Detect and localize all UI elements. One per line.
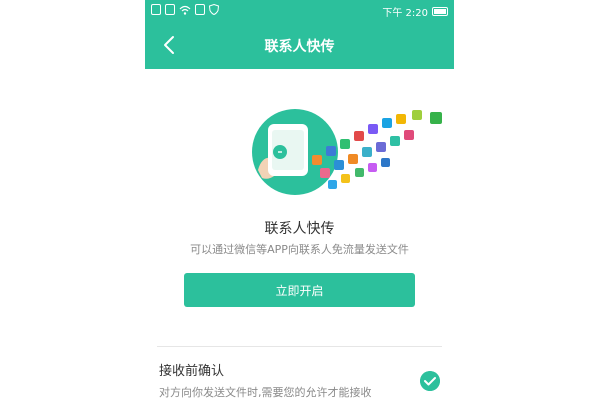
status-bar: 下午 2:20 [145, 0, 454, 22]
shield-icon [209, 4, 219, 15]
nav-bar: 联系人快传 [145, 22, 454, 69]
receive-confirm-label: 接收前确认 [159, 364, 225, 379]
status-time: 下午 2:20 [382, 8, 428, 19]
app-icons-stream [312, 110, 442, 189]
status-icons [151, 4, 219, 15]
wifi-icon [179, 5, 191, 15]
battery-icon [432, 7, 448, 16]
phone-screen: 下午 2:20 联系人快传 联系人快传 可以通过微信等APP向联系人免流量发送文… [145, 0, 454, 400]
receive-confirm-description: 对方向你发送文件时,需要您的允许才能接收 [159, 386, 372, 399]
enable-now-button[interactable]: 立即开启 [184, 273, 415, 307]
image-icon [195, 4, 205, 15]
feature-title: 联系人快传 [264, 221, 335, 237]
notification-icon [165, 4, 175, 15]
contact-transfer-illustration [252, 109, 442, 195]
page-title: 联系人快传 [264, 39, 335, 55]
feature-description: 可以通过微信等APP向联系人免流量发送文件 [190, 243, 409, 256]
receive-confirm-checkbox[interactable] [420, 371, 440, 391]
status-right: 下午 2:20 [382, 4, 448, 19]
divider [157, 346, 442, 347]
notification-icon [151, 4, 161, 15]
